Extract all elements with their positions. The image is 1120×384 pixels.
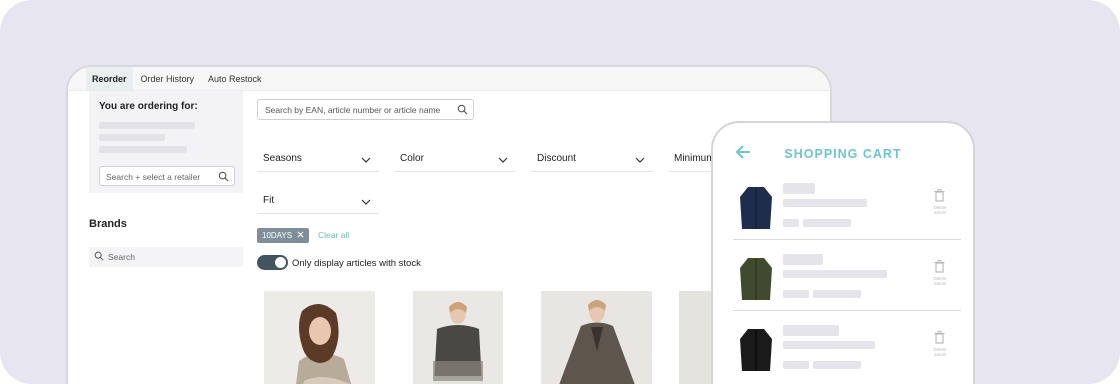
skeleton-line — [813, 290, 861, 298]
skeleton-line — [99, 122, 195, 129]
filter-label: Fit — [263, 195, 275, 206]
chevron-down-icon — [361, 197, 371, 208]
filter-discount[interactable]: Discount — [531, 148, 653, 172]
filter-seasons[interactable]: Seasons — [257, 148, 379, 172]
skeleton-line — [783, 199, 867, 207]
tab-bar: Reorder Order History Auto Restock — [68, 67, 830, 91]
delete-label[interactable]: Delete article — [927, 347, 953, 357]
stock-toggle-label: Only display articles with stock — [292, 258, 421, 269]
filter-fit[interactable]: Fit — [257, 190, 379, 214]
skeleton-line — [813, 361, 861, 369]
chevron-down-icon — [635, 155, 645, 166]
cart-item[interactable]: Delete article — [733, 321, 961, 384]
product-card[interactable] — [264, 291, 375, 384]
skeleton-line — [783, 290, 809, 298]
skeleton-line — [783, 183, 815, 194]
filter-label: Discount — [537, 153, 576, 164]
cart-item[interactable]: Delete article — [733, 179, 961, 247]
skeleton-line — [99, 134, 165, 141]
search-icon — [218, 171, 229, 184]
product-card[interactable] — [413, 291, 503, 384]
search-icon — [457, 104, 468, 117]
chevron-down-icon — [361, 155, 371, 166]
cart-item[interactable]: Delete article — [733, 250, 961, 318]
stock-toggle[interactable] — [257, 255, 288, 270]
skeleton-line — [783, 219, 799, 227]
active-filter-chip[interactable]: 10DAYS — [257, 228, 310, 243]
toggle-knob — [275, 257, 286, 268]
product-image — [413, 291, 503, 384]
brand-search-placeholder: Search — [108, 252, 135, 262]
article-search-placeholder: Search by EAN, article number or article… — [265, 105, 441, 115]
search-icon — [94, 251, 104, 263]
product-image — [264, 291, 375, 384]
skeleton-line — [783, 325, 839, 336]
skeleton-line — [99, 146, 187, 153]
product-thumbnail — [740, 187, 772, 229]
skeleton-line — [783, 270, 887, 278]
ordering-for-title: You are ordering for: — [99, 101, 198, 112]
brands-title: Brands — [89, 218, 127, 230]
filter-label: Minimum — [674, 153, 715, 164]
ordering-for-panel: You are ordering for: Search + select a … — [89, 91, 243, 193]
cart-title: SHOPPING CART — [784, 147, 902, 161]
filter-label: Seasons — [263, 153, 302, 164]
divider — [733, 239, 961, 240]
skeleton-line — [783, 254, 823, 265]
article-search-input[interactable]: Search by EAN, article number or article… — [257, 99, 474, 120]
product-image — [541, 291, 652, 384]
retailer-search-input[interactable]: Search + select a retailer — [99, 166, 235, 186]
skeleton-line — [803, 219, 851, 227]
delete-label[interactable]: Delete article — [927, 276, 953, 286]
product-thumbnail — [740, 258, 772, 300]
phone-frame: SHOPPING CART Delete article Delete arti… — [711, 121, 975, 384]
filter-color[interactable]: Color — [394, 148, 516, 172]
tab-reorder[interactable]: Reorder — [86, 67, 133, 90]
delete-label[interactable]: Delete article — [927, 205, 953, 215]
skeleton-line — [783, 341, 875, 349]
tab-order-history[interactable]: Order History — [135, 67, 201, 90]
product-thumbnail — [740, 329, 772, 371]
product-card[interactable] — [541, 291, 652, 384]
divider — [733, 310, 961, 311]
chevron-down-icon — [498, 155, 508, 166]
filter-label: Color — [400, 153, 424, 164]
chip-label: 10DAYS — [262, 231, 293, 240]
close-icon[interactable] — [297, 231, 304, 240]
brand-search-input[interactable]: Search — [89, 247, 243, 267]
clear-all-link[interactable]: Clear all — [318, 230, 349, 240]
tab-auto-restock[interactable]: Auto Restock — [202, 67, 268, 90]
skeleton-line — [783, 361, 809, 369]
retailer-search-placeholder: Search + select a retailer — [106, 172, 201, 182]
